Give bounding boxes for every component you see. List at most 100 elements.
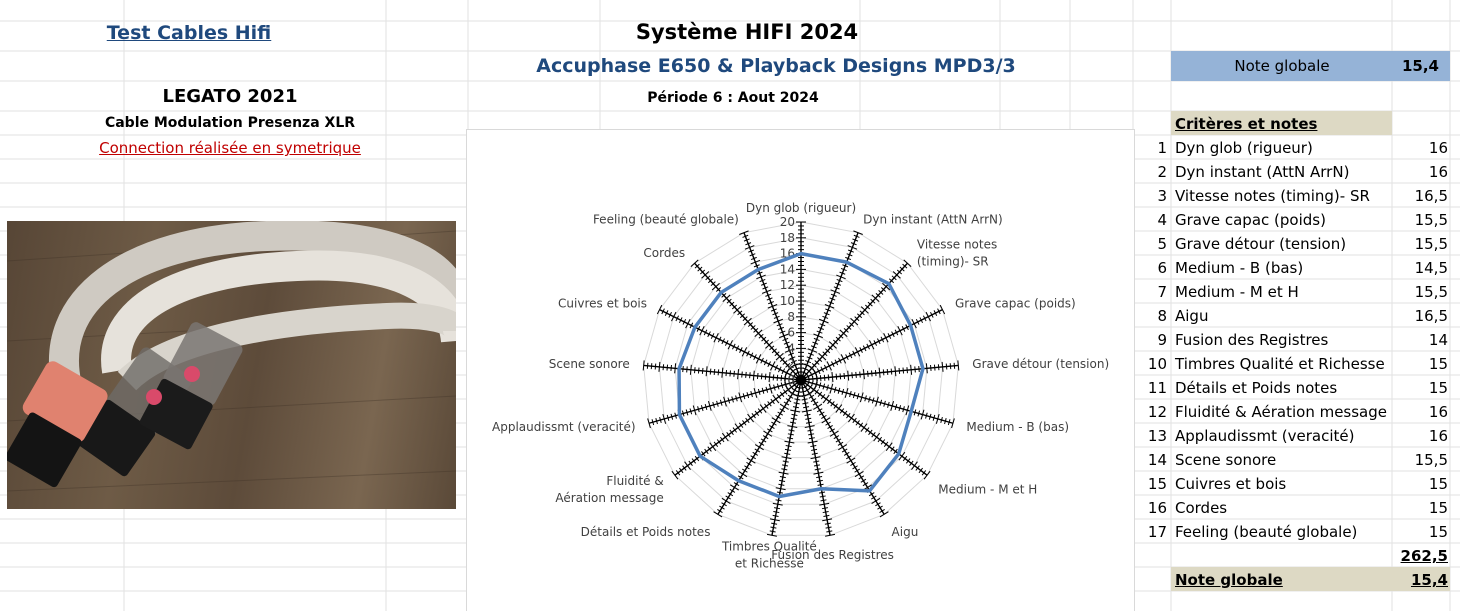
radar-axis-tick <box>779 403 789 410</box>
radar-chart-panel[interactable]: 0 2 4 6 8 10 12 14 16 18 20 Dyn glob (rigueur) Dyn … <box>466 129 1135 611</box>
radar-axis-tick <box>848 413 855 423</box>
criteria-score: 14 <box>1428 331 1448 349</box>
radar-axis-tick <box>817 483 824 486</box>
radar-axis-tick <box>808 437 815 440</box>
radar-axis-tick <box>759 404 767 413</box>
radar-axis-tick <box>823 514 830 517</box>
criteria-score: 16 <box>1428 427 1448 445</box>
period-label: Période 6 : Aout 2024 <box>647 90 819 106</box>
radar-axis-tick <box>854 470 864 478</box>
radar-axis-tick <box>923 470 931 480</box>
criteria-number: 12 <box>1147 403 1167 421</box>
radar-axis-tick <box>721 432 729 442</box>
radar-axis-tick <box>770 526 777 529</box>
criteria-number: 6 <box>1157 259 1167 277</box>
radar-axis-tick <box>811 452 818 455</box>
radar-axis-tick <box>810 444 817 448</box>
radar-tick-label: 8 <box>787 310 795 324</box>
radar-axis-tick <box>733 370 735 377</box>
radar-axis-tick <box>819 495 826 498</box>
radar-category-label: Scene sonore <box>549 357 630 371</box>
product-description: Cable Modulation Presenza XLR <box>104 115 356 131</box>
radar-category-label: Medium - M et H <box>938 483 1037 497</box>
criteria-number: 4 <box>1157 211 1167 229</box>
criteria-score: 15 <box>1428 523 1448 541</box>
criteria-score: 15,5 <box>1414 283 1448 301</box>
criteria-label: Medium - M et H <box>1175 283 1299 301</box>
radar-axis-tick <box>826 530 833 533</box>
radar-axis-tick <box>682 366 684 373</box>
system-subtitle: Accuphase E650 & Playback Designs MPD3/3 <box>536 55 1016 77</box>
criteria-number: 5 <box>1157 235 1167 253</box>
radar-axis-tick <box>773 510 780 514</box>
criteria-score: 16 <box>1428 163 1448 181</box>
radar-axis-tick <box>725 370 728 377</box>
radar-category-label: Grave capac (poids) <box>955 296 1076 310</box>
radar-axis-tick <box>890 368 893 375</box>
radar-axis-tick <box>879 511 889 518</box>
criteria-label: Fusion des Registres <box>1175 331 1329 349</box>
radar-axis-tick <box>646 362 649 369</box>
radar-axis-tick <box>945 363 948 370</box>
radar-axis-tick <box>785 444 792 448</box>
radar-axis-tick <box>802 402 809 405</box>
radar-axis-tick <box>823 374 826 381</box>
radar-axis-tick <box>776 491 783 494</box>
radar-axis-tick <box>930 364 932 372</box>
criteria-label: Cordes <box>1175 499 1228 517</box>
radar-axis-tick <box>787 433 794 436</box>
radar-axis-tick <box>886 368 889 376</box>
radar-category-label: Medium - B (bas) <box>966 420 1069 434</box>
criteria-label: Grave capac (poids) <box>1175 211 1326 229</box>
radar-axis-tick <box>811 448 818 451</box>
radar-axis-tick <box>898 367 901 374</box>
radar-axis-tick <box>821 507 828 510</box>
radar-category-label: Cuivres et bois <box>558 296 647 310</box>
note-globale-bottom-value: 15,4 <box>1410 571 1448 589</box>
criteria-label: Aigu <box>1175 307 1209 325</box>
criteria-label: Détails et Poids notes <box>1175 379 1338 397</box>
radar-axis-tick <box>781 464 789 467</box>
radar-axis-tick <box>784 452 791 455</box>
criteria-number: 15 <box>1147 475 1167 493</box>
radar-tick-label: 0 <box>787 373 795 387</box>
radar-axis-tick <box>816 479 823 482</box>
product-title: LEGATO 2021 <box>162 86 298 107</box>
radar-axis-tick <box>721 497 731 504</box>
criteria-number: 13 <box>1147 427 1167 445</box>
radar-category-label: Cordes <box>643 246 685 260</box>
criteria-label: Scene sonore <box>1175 451 1277 469</box>
radar-axis-tick <box>764 373 767 380</box>
radar-axis-tick <box>949 363 952 370</box>
radar-axis-tick <box>918 366 920 373</box>
criteria-number: 1 <box>1157 139 1167 157</box>
radar-axis-tick <box>792 406 799 409</box>
radar-axis-tick <box>953 362 956 369</box>
note-globale-top-label: Note globale <box>1234 57 1330 75</box>
radar-axis-tick <box>859 371 861 378</box>
criteria-number: 10 <box>1147 355 1167 373</box>
radar-axis-tick <box>772 514 779 517</box>
radar-axis-tick <box>729 370 731 377</box>
radar-axis-tick <box>684 461 691 470</box>
criteria-number: 8 <box>1157 307 1167 325</box>
radar-axis-tick <box>747 413 754 423</box>
criteria-label: Fluidité & Aération message <box>1175 403 1387 421</box>
radar-category-label: (timing)- SR <box>917 254 989 268</box>
radar-axis-tick <box>813 464 821 467</box>
radar-axis-tick <box>763 430 773 437</box>
criteria-label: Feeling (beauté globale) <box>1175 523 1358 541</box>
radar-category-label: Applaudissmt (veracité) <box>492 420 636 434</box>
radar-axis-tick <box>846 457 856 464</box>
radar-axis-tick <box>819 375 822 382</box>
criteria-score: 16 <box>1428 139 1448 157</box>
radar-axis-tick <box>867 370 869 377</box>
radar-axis-tick <box>838 444 848 451</box>
system-title: Système HIFI 2024 <box>635 20 859 44</box>
connection-note[interactable]: Connection réalisée en symetrique <box>99 139 361 157</box>
radar-axis-tick <box>760 373 763 380</box>
radar-axis-tick <box>827 374 830 381</box>
cable-photo[interactable] <box>7 221 456 509</box>
left-title[interactable]: Test Cables Hifi <box>107 22 272 44</box>
radar-axis-tick <box>804 413 811 416</box>
